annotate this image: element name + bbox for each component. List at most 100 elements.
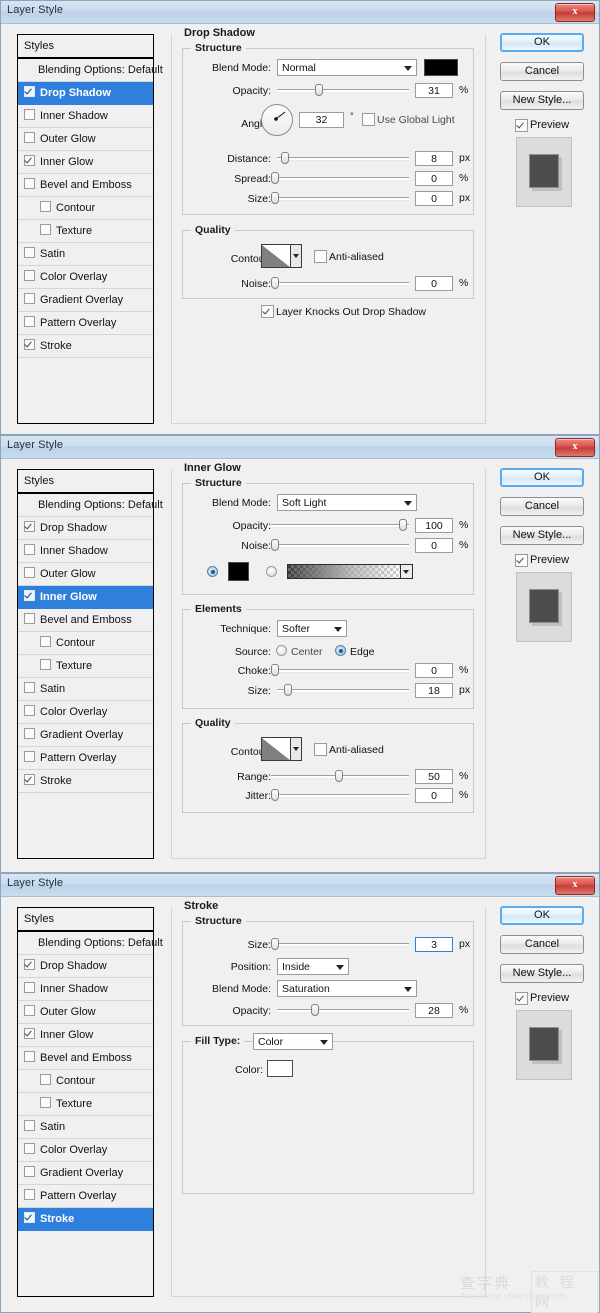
noise-input[interactable]: 0 xyxy=(415,276,453,291)
contour-dropdown-button[interactable] xyxy=(291,244,302,268)
slider-knob[interactable] xyxy=(281,152,289,164)
checkbox-icon[interactable] xyxy=(24,270,35,281)
checkbox-icon[interactable] xyxy=(24,521,35,532)
noise-input[interactable]: 0 xyxy=(415,538,453,553)
slider-knob[interactable] xyxy=(271,192,279,204)
size-input[interactable]: 3 xyxy=(415,937,453,952)
checkbox-icon[interactable] xyxy=(24,247,35,258)
slider-knob[interactable] xyxy=(271,539,279,551)
checkbox-icon[interactable] xyxy=(24,590,35,601)
distance-slider[interactable] xyxy=(277,152,409,164)
anti-aliased-checkbox[interactable] xyxy=(314,250,327,263)
sidebar-item-bevel-and-emboss[interactable]: Bevel and Emboss xyxy=(18,609,153,632)
sidebar-item-color-overlay[interactable]: Color Overlay xyxy=(18,1139,153,1162)
sidebar-item-drop-shadow[interactable]: Drop Shadow xyxy=(18,517,153,540)
sidebar-item-drop-shadow[interactable]: Drop Shadow xyxy=(18,82,153,105)
styles-list[interactable]: Styles Blending Options: Default Drop Sh… xyxy=(17,34,154,424)
sidebar-item-inner-shadow[interactable]: Inner Shadow xyxy=(18,105,153,128)
range-slider[interactable] xyxy=(271,770,409,782)
preview-checkbox[interactable] xyxy=(515,992,528,1005)
sidebar-item-bevel-and-emboss[interactable]: Bevel and Emboss xyxy=(18,1047,153,1070)
opacity-input[interactable]: 31 xyxy=(415,83,453,98)
sidebar-item-pattern-overlay[interactable]: Pattern Overlay xyxy=(18,312,153,335)
slider-knob[interactable] xyxy=(271,664,279,676)
new-style-button[interactable]: New Style... xyxy=(500,964,584,983)
slider-knob[interactable] xyxy=(271,172,279,184)
sidebar-item-contour[interactable]: Contour xyxy=(18,197,153,220)
distance-input[interactable]: 8 xyxy=(415,151,453,166)
cancel-button[interactable]: Cancel xyxy=(500,62,584,81)
stroke-color-swatch[interactable] xyxy=(267,1060,293,1077)
checkbox-icon[interactable] xyxy=(40,1074,51,1085)
source-center-radio[interactable] xyxy=(276,645,287,656)
styles-list[interactable]: Styles Blending Options: Default Drop Sh… xyxy=(17,469,154,859)
sidebar-item-inner-glow[interactable]: Inner Glow xyxy=(18,1024,153,1047)
glow-gradient-strip[interactable] xyxy=(287,564,401,579)
sidebar-item-stroke[interactable]: Stroke xyxy=(18,1208,153,1231)
blend-mode-select[interactable]: Saturation xyxy=(277,980,417,997)
slider-knob[interactable] xyxy=(271,938,279,950)
contour-preview[interactable] xyxy=(261,737,291,761)
new-style-button[interactable]: New Style... xyxy=(500,91,584,110)
checkbox-icon[interactable] xyxy=(24,1189,35,1200)
sidebar-item-blending-options[interactable]: Blending Options: Default xyxy=(18,494,153,517)
size-input[interactable]: 0 xyxy=(415,191,453,206)
sidebar-item-color-overlay[interactable]: Color Overlay xyxy=(18,701,153,724)
checkbox-icon[interactable] xyxy=(24,613,35,624)
noise-slider[interactable] xyxy=(271,539,409,551)
checkbox-icon[interactable] xyxy=(40,1097,51,1108)
checkbox-icon[interactable] xyxy=(24,109,35,120)
sidebar-item-contour[interactable]: Contour xyxy=(18,632,153,655)
size-input[interactable]: 18 xyxy=(415,683,453,698)
sidebar-item-texture[interactable]: Texture xyxy=(18,655,153,678)
angle-dial[interactable] xyxy=(261,104,293,136)
checkbox-icon[interactable] xyxy=(24,544,35,555)
checkbox-icon[interactable] xyxy=(24,705,35,716)
checkbox-icon[interactable] xyxy=(40,224,51,235)
checkbox-icon[interactable] xyxy=(24,1051,35,1062)
styles-list[interactable]: Styles Blending Options: Default Drop Sh… xyxy=(17,907,154,1297)
slider-knob[interactable] xyxy=(335,770,343,782)
slider-knob[interactable] xyxy=(315,84,323,96)
sidebar-item-texture[interactable]: Texture xyxy=(18,220,153,243)
sidebar-item-inner-glow[interactable]: Inner Glow xyxy=(18,151,153,174)
jitter-slider[interactable] xyxy=(271,789,409,801)
choke-slider[interactable] xyxy=(271,664,409,676)
slider-knob[interactable] xyxy=(271,277,279,289)
cancel-button[interactable]: Cancel xyxy=(500,497,584,516)
slider-knob[interactable] xyxy=(399,519,407,531)
slider-knob[interactable] xyxy=(311,1004,319,1016)
shadow-color-swatch[interactable] xyxy=(424,59,458,76)
checkbox-icon[interactable] xyxy=(24,1028,35,1039)
glow-gradient-radio[interactable] xyxy=(266,566,277,577)
sidebar-item-outer-glow[interactable]: Outer Glow xyxy=(18,128,153,151)
contour-dropdown-button[interactable] xyxy=(291,737,302,761)
spread-slider[interactable] xyxy=(271,172,409,184)
close-icon[interactable]: x xyxy=(555,3,595,22)
size-slider[interactable] xyxy=(277,684,409,696)
cancel-button[interactable]: Cancel xyxy=(500,935,584,954)
sidebar-item-gradient-overlay[interactable]: Gradient Overlay xyxy=(18,1162,153,1185)
sidebar-item-blending-options[interactable]: Blending Options: Default xyxy=(18,59,153,82)
opacity-slider[interactable] xyxy=(277,84,409,96)
layer-knocks-out-checkbox[interactable] xyxy=(261,305,274,318)
sidebar-item-satin[interactable]: Satin xyxy=(18,243,153,266)
close-icon[interactable]: x xyxy=(555,876,595,895)
sidebar-item-stroke[interactable]: Stroke xyxy=(18,335,153,358)
sidebar-item-pattern-overlay[interactable]: Pattern Overlay xyxy=(18,1185,153,1208)
size-slider[interactable] xyxy=(271,192,409,204)
sidebar-item-outer-glow[interactable]: Outer Glow xyxy=(18,1001,153,1024)
sidebar-item-satin[interactable]: Satin xyxy=(18,1116,153,1139)
noise-slider[interactable] xyxy=(271,277,409,289)
checkbox-icon[interactable] xyxy=(24,682,35,693)
checkbox-icon[interactable] xyxy=(24,959,35,970)
use-global-light-checkbox[interactable] xyxy=(362,113,375,126)
sidebar-item-blending-options[interactable]: Blending Options: Default xyxy=(18,932,153,955)
glow-color-swatch[interactable] xyxy=(228,562,249,581)
source-edge-radio[interactable] xyxy=(335,645,346,656)
checkbox-icon[interactable] xyxy=(24,774,35,785)
checkbox-icon[interactable] xyxy=(24,982,35,993)
sidebar-item-outer-glow[interactable]: Outer Glow xyxy=(18,563,153,586)
sidebar-item-inner-shadow[interactable]: Inner Shadow xyxy=(18,540,153,563)
ok-button[interactable]: OK xyxy=(500,906,584,925)
